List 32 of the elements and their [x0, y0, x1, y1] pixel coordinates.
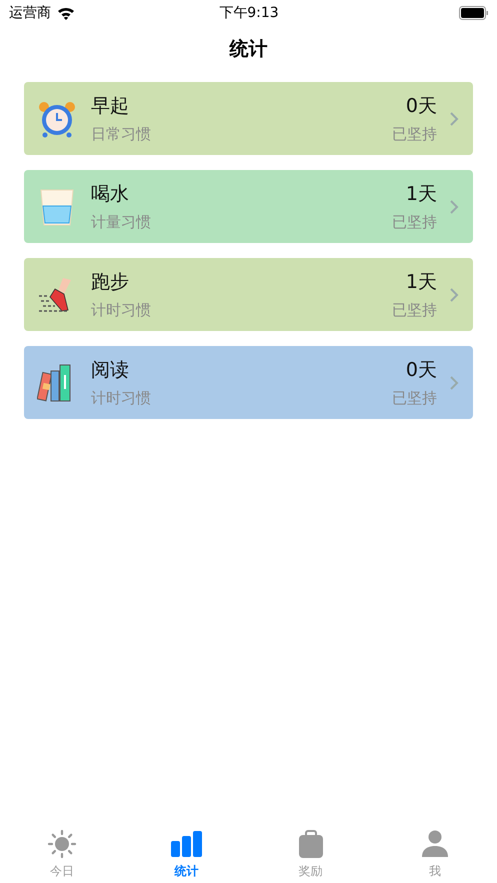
battery-icon: [458, 6, 489, 20]
habit-name: 跑步: [91, 270, 130, 295]
habit-type: 日常习惯: [91, 125, 152, 144]
clock-time: 下午9:13: [219, 4, 279, 22]
streak-days: 1天: [406, 181, 437, 207]
habit-type: 计量习惯: [91, 213, 152, 232]
habit-name: 阅读: [91, 358, 130, 383]
habit-name: 早起: [91, 94, 130, 119]
habit-card[interactable]: 喝水 计量习惯 1天 已坚持: [24, 170, 473, 243]
streak-caption: 已坚持: [392, 301, 437, 320]
habit-card[interactable]: 跑步 计时习惯 1天 已坚持: [24, 258, 473, 331]
chevron-right-icon: [449, 110, 459, 126]
streak-days: 0天: [406, 357, 437, 383]
carrier-label: 运营商: [9, 4, 51, 22]
streak-days: 0天: [406, 93, 437, 119]
chevron-right-icon: [449, 286, 459, 302]
sun-icon: [46, 829, 78, 859]
habit-type: 计时习惯: [91, 389, 152, 408]
streak-days: 1天: [406, 269, 437, 295]
habit-type: 计时习惯: [91, 301, 152, 320]
wifi-icon: [57, 6, 75, 20]
habit-name: 喝水: [91, 182, 130, 207]
page-title: 统计: [228, 37, 268, 62]
streak-caption: 已坚持: [392, 125, 437, 144]
chevron-right-icon: [449, 374, 459, 390]
streak-caption: 已坚持: [392, 213, 437, 232]
streak-caption: 已坚持: [392, 389, 437, 408]
habit-card[interactable]: 早起 日常习惯 0天 已坚持: [24, 82, 473, 155]
bar-chart-icon: [170, 829, 202, 859]
chevron-right-icon: [449, 198, 459, 214]
tab-bar-item[interactable]: 统计: [124, 821, 248, 883]
habit-card[interactable]: 阅读 计时习惯 0天 已坚持: [24, 346, 473, 419]
